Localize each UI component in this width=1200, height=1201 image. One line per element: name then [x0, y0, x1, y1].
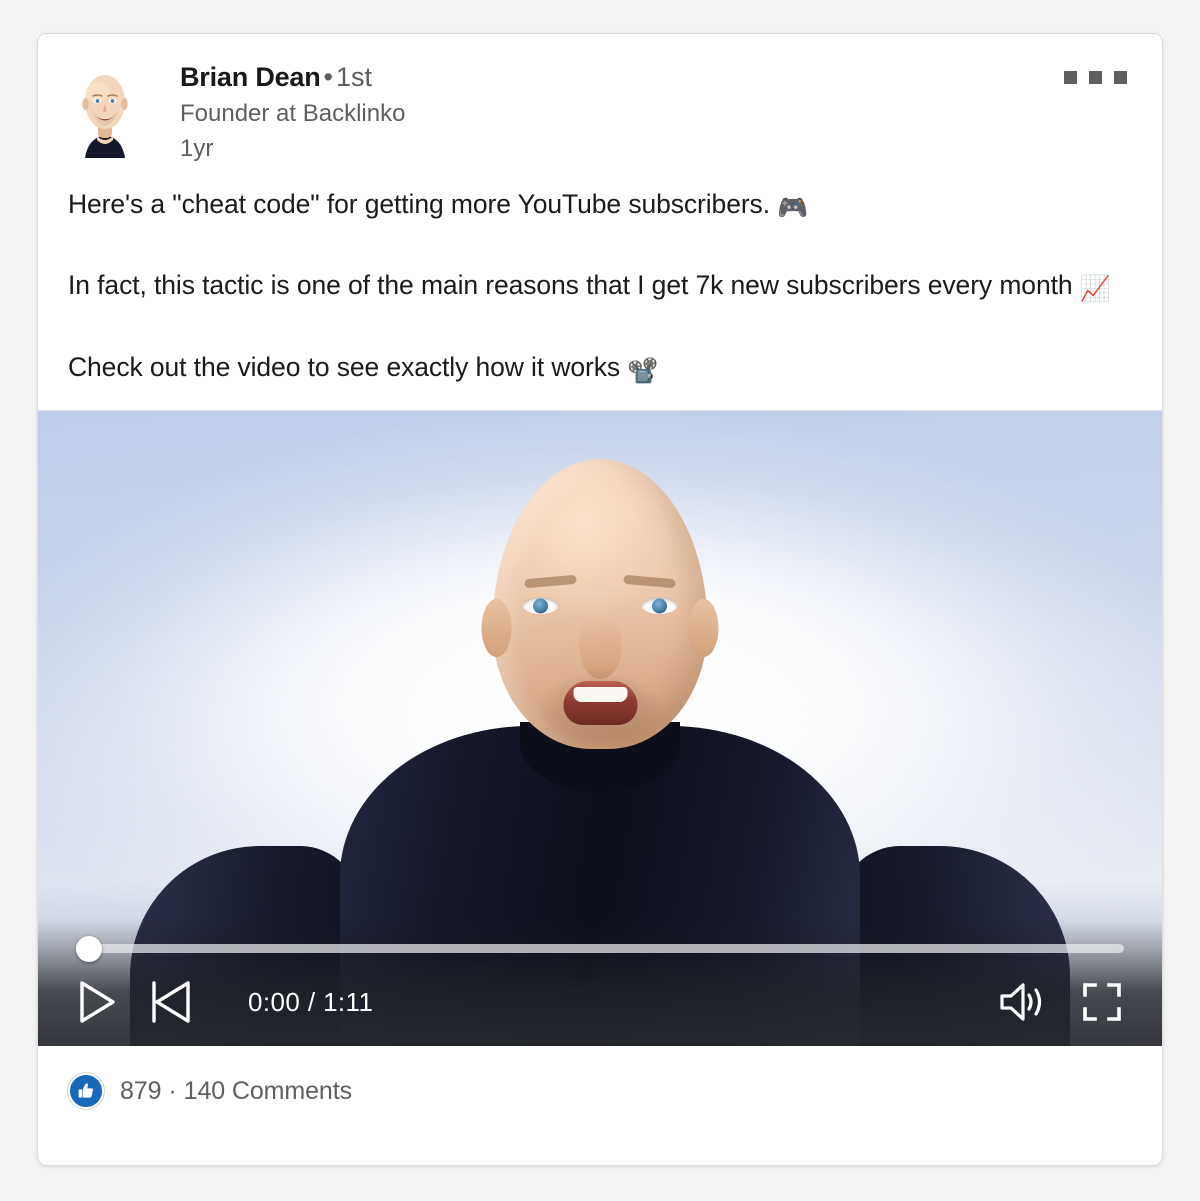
author-name[interactable]: Brian Dean	[180, 62, 321, 92]
subject-eye-left	[522, 597, 559, 615]
author-block: Brian Dean • 1st Founder at Backlinko 1yr	[180, 62, 405, 166]
video-scrubber[interactable]	[76, 944, 1124, 954]
author-name-row: Brian Dean • 1st	[180, 62, 405, 94]
thumbs-up-glyph	[78, 1083, 93, 1098]
gamepad-icon: 🎮	[777, 193, 809, 223]
subject-brow-left	[524, 574, 577, 589]
post-body: Here's a "cheat code" for getting more Y…	[38, 166, 1162, 388]
play-button[interactable]	[76, 979, 118, 1025]
volume-button[interactable]	[998, 980, 1046, 1024]
count-separator: ·	[168, 1076, 177, 1105]
author-headline: Founder at Backlinko	[180, 99, 406, 127]
controls-right-group	[998, 980, 1124, 1024]
volume-icon	[1000, 983, 1042, 1021]
subject-ear-left	[481, 599, 512, 658]
post-paragraph-3: Check out the video to see exactly how i…	[68, 347, 1132, 388]
subject-eye-right	[641, 597, 678, 615]
post-timestamp: 1yr	[180, 135, 214, 163]
avatar-image	[68, 62, 142, 158]
scrubber-thumb[interactable]	[76, 936, 102, 963]
author-degree: 1st	[336, 62, 373, 92]
chart-increasing-icon: 📈	[1079, 274, 1111, 304]
video-player[interactable]: 0:00 / 1:11	[38, 410, 1162, 1047]
thumbs-up-icon[interactable]	[68, 1073, 104, 1110]
post-paragraph-1: Here's a "cheat code" for getting more Y…	[68, 184, 1132, 225]
controls-row: 0:00 / 1:11	[76, 976, 1124, 1028]
subject-head	[481, 459, 719, 752]
video-time-display: 0:00 / 1:11	[248, 986, 374, 1017]
menu-dot	[1114, 71, 1127, 84]
post-paragraph-2: In fact, this tactic is one of the main …	[68, 265, 1132, 306]
social-counts[interactable]: 879 · 140 Comments	[120, 1077, 352, 1106]
subject-teeth	[573, 687, 627, 703]
subject-ear-right	[688, 599, 719, 658]
author-separator: •	[323, 62, 333, 92]
fullscreen-button[interactable]	[1080, 980, 1124, 1024]
play-icon	[80, 981, 115, 1023]
fullscreen-icon	[1083, 983, 1121, 1021]
avatar[interactable]	[68, 62, 142, 158]
like-count: 879	[120, 1076, 162, 1105]
overflow-menu-icon[interactable]	[1064, 71, 1127, 84]
subject-brow-right	[623, 574, 676, 589]
subject-mouth	[563, 681, 637, 726]
skip-previous-icon	[152, 981, 190, 1023]
post-paragraph-2-text: In fact, this tactic is one of the main …	[68, 270, 1073, 301]
video-controls-bar: 0:00 / 1:11	[38, 918, 1162, 1047]
subject-nose	[579, 617, 621, 680]
post-paragraph-3-text: Check out the video to see exactly how i…	[68, 351, 621, 382]
post-header: Brian Dean • 1st Founder at Backlinko 1yr	[38, 34, 1162, 166]
menu-dot	[1089, 71, 1102, 84]
post-paragraph-1-text: Here's a "cheat code" for getting more Y…	[68, 189, 770, 220]
comment-count[interactable]: 140 Comments	[184, 1077, 352, 1105]
menu-dot	[1064, 71, 1077, 84]
previous-button[interactable]	[148, 979, 192, 1025]
progress-row	[76, 936, 1124, 963]
linkedin-post-card: Brian Dean • 1st Founder at Backlinko 1yr …	[37, 33, 1163, 1166]
film-projector-icon: 📽️	[627, 355, 659, 385]
post-footer: 879 · 140 Comments	[38, 1046, 1162, 1137]
